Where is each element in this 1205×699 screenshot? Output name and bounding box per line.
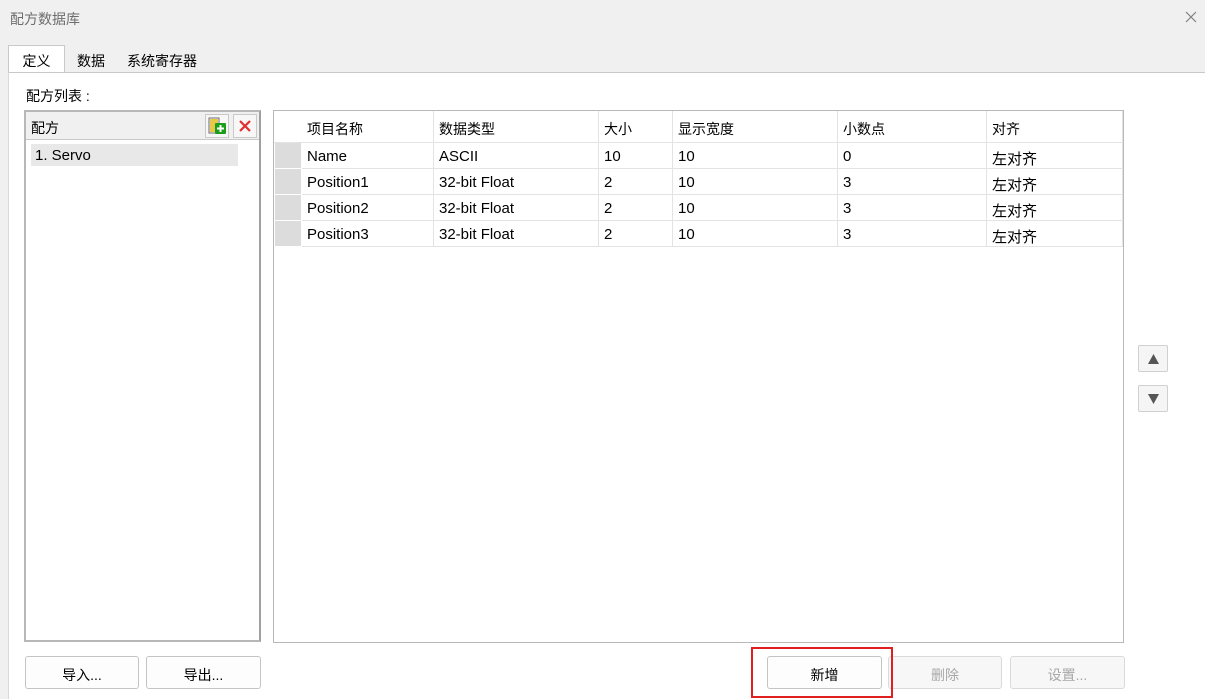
tab-label: 定义: [22, 53, 51, 69]
cell-display-width[interactable]: 10: [673, 169, 838, 195]
recipe-items-grid: 项目名称 数据类型 大小 显示宽度 小数点 对齐 Name ASCII 10 1…: [273, 110, 1124, 643]
cell-alignment[interactable]: 左对齐: [987, 169, 1123, 195]
add-recipe-icon: [208, 117, 226, 134]
table-row[interactable]: Position2 32-bit Float 2 10 3 左对齐: [274, 195, 1123, 221]
row-header[interactable]: [275, 221, 301, 247]
column-header-data-type[interactable]: 数据类型: [434, 111, 599, 143]
recipe-header-label: 配方: [31, 120, 59, 136]
recipe-list-header: 配方: [26, 112, 259, 140]
cell-decimal-point[interactable]: 3: [838, 195, 987, 221]
delete-button[interactable]: 删除: [888, 656, 1002, 689]
row-header[interactable]: [275, 143, 301, 169]
cell-data-type[interactable]: 32-bit Float: [434, 221, 599, 247]
grid-header: 项目名称 数据类型 大小 显示宽度 小数点 对齐: [274, 111, 1123, 143]
move-up-button[interactable]: [1138, 345, 1168, 372]
cell-decimal-point[interactable]: 3: [838, 221, 987, 247]
table-row[interactable]: Position3 32-bit Float 2 10 3 左对齐: [274, 221, 1123, 247]
cell-item-name[interactable]: Position2: [302, 195, 434, 221]
title-bar: 配方数据库: [0, 0, 1205, 36]
import-button[interactable]: 导入...: [25, 656, 139, 689]
tab-data[interactable]: 数据: [65, 46, 117, 72]
move-down-button[interactable]: [1138, 385, 1168, 412]
cell-size[interactable]: 10: [599, 143, 673, 169]
cell-display-width[interactable]: 10: [673, 221, 838, 247]
cell-decimal-point[interactable]: 3: [838, 169, 987, 195]
tab-label: 系统寄存器: [127, 53, 197, 69]
export-button[interactable]: 导出...: [146, 656, 261, 689]
row-header[interactable]: [275, 169, 301, 195]
table-row[interactable]: Position1 32-bit Float 2 10 3 左对齐: [274, 169, 1123, 195]
recipe-list-item[interactable]: 1. Servo: [31, 144, 238, 166]
column-header-size[interactable]: 大小: [599, 111, 673, 143]
add-button[interactable]: 新增: [767, 656, 882, 689]
cell-data-type[interactable]: 32-bit Float: [434, 169, 599, 195]
column-header-display-width[interactable]: 显示宽度: [673, 111, 838, 143]
cell-item-name[interactable]: Position3: [302, 221, 434, 247]
tab-definition[interactable]: 定义: [8, 45, 65, 72]
recipe-list-label: 配方列表 :: [26, 88, 90, 104]
cell-alignment[interactable]: 左对齐: [987, 143, 1123, 169]
tab-system-registers[interactable]: 系统寄存器: [119, 46, 205, 72]
cell-display-width[interactable]: 10: [673, 195, 838, 221]
table-row[interactable]: Name ASCII 10 10 0 左对齐: [274, 143, 1123, 169]
row-header[interactable]: [275, 195, 301, 221]
recipe-list-panel: 配方 1. Servo: [24, 110, 261, 642]
add-recipe-button[interactable]: [205, 114, 229, 138]
cell-alignment[interactable]: 左对齐: [987, 195, 1123, 221]
column-header-item-name[interactable]: 项目名称: [302, 111, 434, 143]
arrow-up-icon: [1148, 354, 1159, 364]
cell-size[interactable]: 2: [599, 195, 673, 221]
window-title: 配方数据库: [10, 11, 80, 27]
arrow-down-icon: [1148, 394, 1159, 404]
grid-corner: [274, 111, 302, 143]
close-button[interactable]: [1180, 6, 1202, 28]
cell-size[interactable]: 2: [599, 169, 673, 195]
cell-size[interactable]: 2: [599, 221, 673, 247]
column-header-decimal-point[interactable]: 小数点: [838, 111, 987, 143]
column-header-alignment[interactable]: 对齐: [987, 111, 1123, 143]
cell-data-type[interactable]: ASCII: [434, 143, 599, 169]
cell-data-type[interactable]: 32-bit Float: [434, 195, 599, 221]
cell-item-name[interactable]: Name: [302, 143, 434, 169]
settings-button[interactable]: 设置...: [1010, 656, 1125, 689]
cell-alignment[interactable]: 左对齐: [987, 221, 1123, 247]
cell-decimal-point[interactable]: 0: [838, 143, 987, 169]
delete-recipe-icon: [239, 120, 251, 132]
cell-display-width[interactable]: 10: [673, 143, 838, 169]
close-icon: [1185, 11, 1197, 23]
tab-label: 数据: [77, 53, 105, 69]
cell-item-name[interactable]: Position1: [302, 169, 434, 195]
delete-recipe-button[interactable]: [233, 114, 257, 138]
